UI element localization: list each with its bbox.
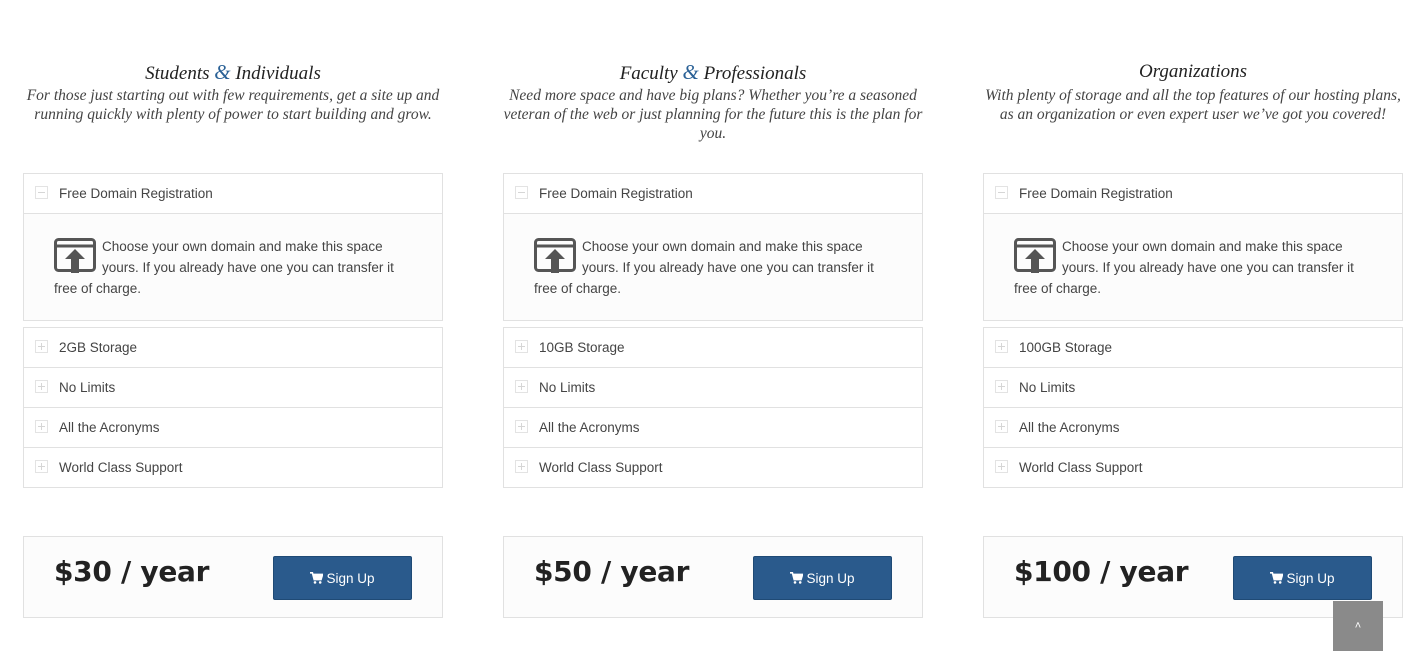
toggle-body-text: Choose your own domain and make this spa…	[534, 239, 874, 296]
plan-title-part: Organizations	[1138, 61, 1248, 82]
toggle-header[interactable]: All the Acronyms	[24, 407, 442, 447]
feature-label: All the Acronyms	[1019, 420, 1120, 435]
upload-window-icon	[534, 238, 576, 274]
toggle-domain-registration: Free Domain Registration Choose your own…	[983, 173, 1403, 321]
plus-icon	[35, 340, 48, 353]
price: $30 / year	[54, 555, 210, 588]
toggle-label: Free Domain Registration	[539, 186, 693, 201]
toggle-content: Choose your own domain and make this spa…	[504, 213, 922, 320]
cart-icon	[1270, 558, 1285, 602]
plan-description: With plenty of storage and all the top f…	[985, 87, 1401, 123]
plan-title-part: Individuals	[235, 63, 321, 84]
price-box: $50 / year Sign Up	[503, 536, 923, 618]
plan-title-part: Students	[145, 63, 210, 84]
chevron-up-icon: ˄	[1354, 620, 1362, 632]
feature-label: All the Acronyms	[59, 420, 160, 435]
plus-icon	[515, 460, 528, 473]
toggle-header[interactable]: World Class Support	[504, 447, 922, 487]
sign-up-button[interactable]: Sign Up	[753, 556, 892, 600]
upload-window-icon	[54, 238, 96, 274]
plus-icon	[995, 420, 1008, 433]
plus-icon	[515, 340, 528, 353]
scroll-to-top-button[interactable]: ˄	[1333, 601, 1383, 651]
feature-label: No Limits	[1019, 380, 1076, 395]
toggle-header[interactable]: 2GB Storage	[24, 328, 442, 367]
feature-label: No Limits	[539, 380, 596, 395]
plus-icon	[35, 380, 48, 393]
toggle-content: Choose your own domain and make this spa…	[24, 213, 442, 320]
price: $100 / year	[1014, 555, 1189, 588]
minus-icon	[515, 186, 528, 199]
plus-icon	[515, 420, 528, 433]
toggle-header[interactable]: No Limits	[504, 367, 922, 407]
plus-icon	[995, 340, 1008, 353]
toggle-body-text: Choose your own domain and make this spa…	[1014, 239, 1354, 296]
minus-icon	[995, 186, 1008, 199]
toggle-header[interactable]: All the Acronyms	[504, 407, 922, 447]
toggle-header[interactable]: Free Domain Registration	[24, 174, 442, 213]
toggle-header[interactable]: 100GB Storage	[984, 328, 1402, 367]
plan-title: Organizations	[983, 60, 1403, 84]
feature-list: 2GB Storage No Limits All the Acronyms W…	[23, 327, 443, 488]
plus-icon	[35, 420, 48, 433]
toggle-header[interactable]: Free Domain Registration	[984, 174, 1402, 213]
feature-list: 100GB Storage No Limits All the Acronyms…	[983, 327, 1403, 488]
feature-label: All the Acronyms	[539, 420, 640, 435]
feature-label: World Class Support	[1019, 460, 1143, 475]
sign-up-label: Sign Up	[806, 571, 855, 586]
feature-label: No Limits	[59, 380, 116, 395]
sign-up-button[interactable]: Sign Up	[273, 556, 412, 600]
toggle-domain-registration: Free Domain Registration Choose your own…	[503, 173, 923, 321]
toggle-label: Free Domain Registration	[1019, 186, 1173, 201]
feature-label: 10GB Storage	[539, 340, 625, 355]
plan-title-part: Professionals	[703, 63, 807, 84]
sign-up-label: Sign Up	[1286, 571, 1335, 586]
cart-icon	[310, 558, 325, 602]
ampersand: &	[214, 60, 231, 84]
sign-up-label: Sign Up	[326, 571, 375, 586]
feature-label: World Class Support	[539, 460, 663, 475]
plan-title-part: Faculty	[619, 63, 678, 84]
plan-title: Faculty & Professionals	[503, 60, 923, 86]
toggle-header[interactable]: World Class Support	[984, 447, 1402, 487]
feature-label: 100GB Storage	[1019, 340, 1113, 355]
plus-icon	[515, 380, 528, 393]
plan-description: Need more space and have big plans? Whet…	[503, 87, 923, 142]
toggle-header[interactable]: All the Acronyms	[984, 407, 1402, 447]
feature-list: 10GB Storage No Limits All the Acronyms …	[503, 327, 923, 488]
plan-title: Students & Individuals	[23, 60, 443, 86]
toggle-header[interactable]: No Limits	[24, 367, 442, 407]
plus-icon	[35, 460, 48, 473]
price: $50 / year	[534, 555, 690, 588]
ampersand: &	[682, 60, 699, 84]
feature-label: World Class Support	[59, 460, 183, 475]
plus-icon	[995, 380, 1008, 393]
toggle-content: Choose your own domain and make this spa…	[984, 213, 1402, 320]
upload-window-icon	[1014, 238, 1056, 274]
plan-description: For those just starting out with few req…	[26, 87, 440, 123]
toggle-domain-registration: Free Domain Registration Choose your own…	[23, 173, 443, 321]
toggle-header[interactable]: No Limits	[984, 367, 1402, 407]
minus-icon	[35, 186, 48, 199]
cart-icon	[790, 558, 805, 602]
sign-up-button[interactable]: Sign Up	[1233, 556, 1372, 600]
toggle-header[interactable]: World Class Support	[24, 447, 442, 487]
toggle-header[interactable]: 10GB Storage	[504, 328, 922, 367]
toggle-header[interactable]: Free Domain Registration	[504, 174, 922, 213]
toggle-body-text: Choose your own domain and make this spa…	[54, 239, 394, 296]
price-box: $30 / year Sign Up	[23, 536, 443, 618]
toggle-label: Free Domain Registration	[59, 186, 213, 201]
plus-icon	[995, 460, 1008, 473]
feature-label: 2GB Storage	[59, 340, 138, 355]
